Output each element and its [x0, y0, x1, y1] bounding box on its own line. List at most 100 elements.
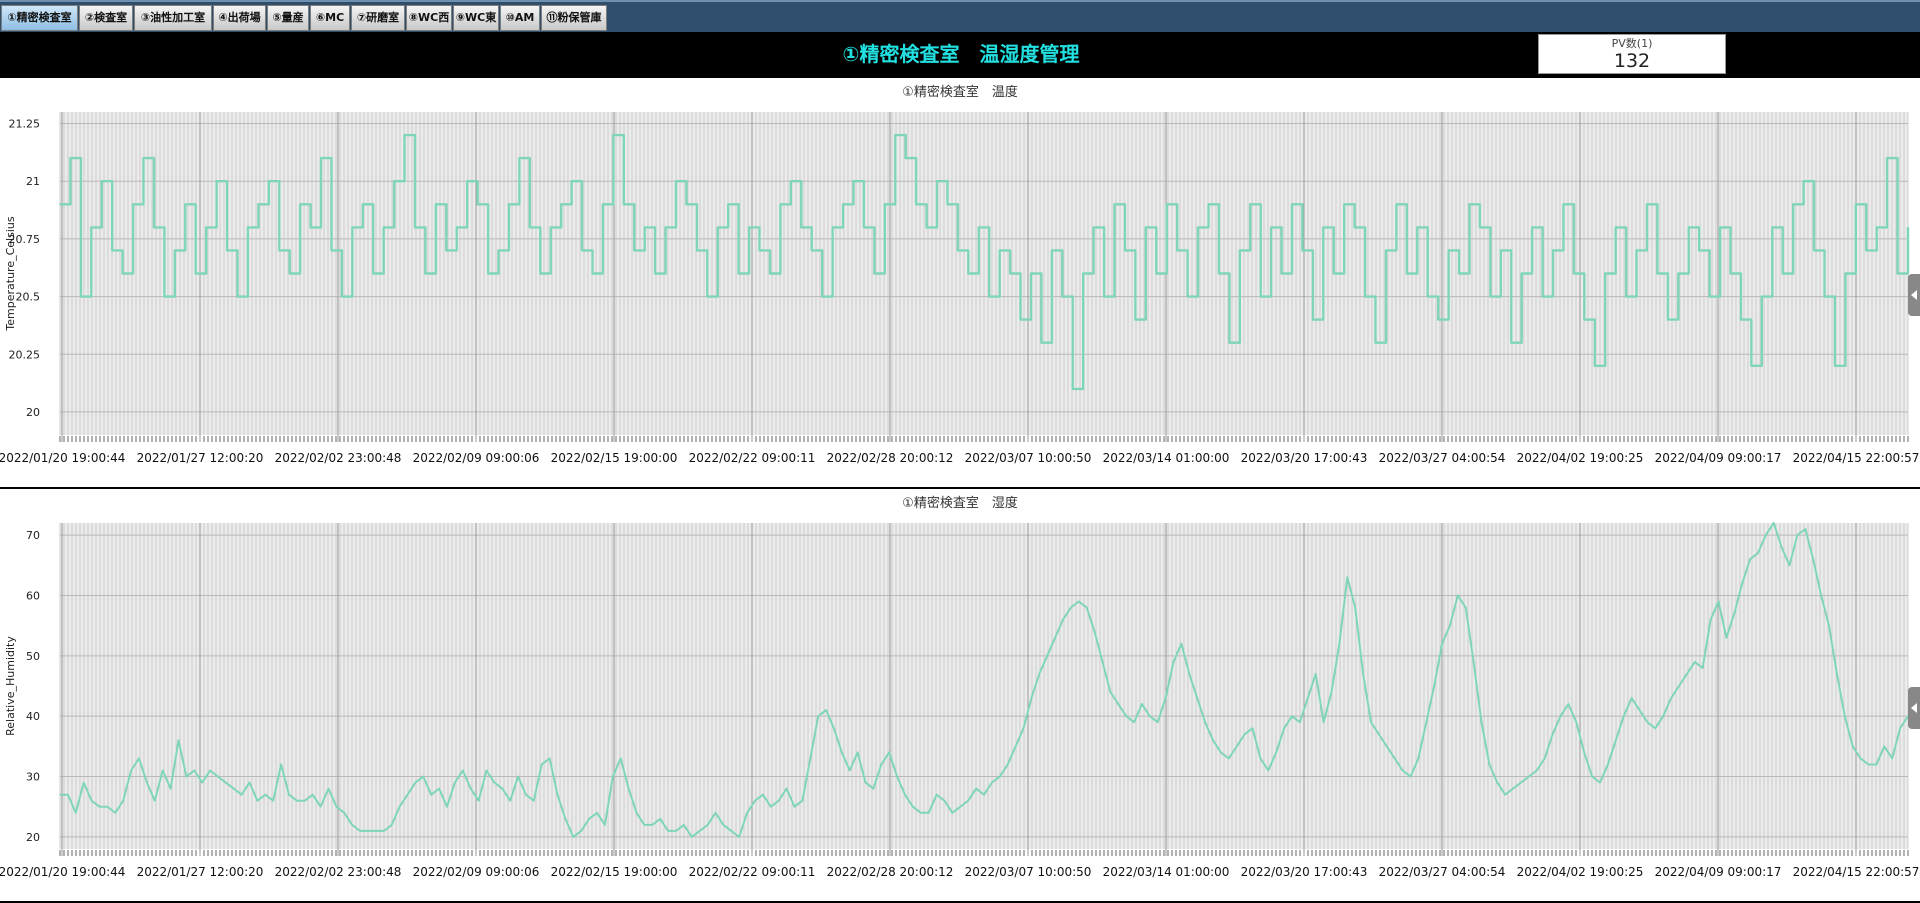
data-point [169, 787, 172, 790]
data-point [1583, 318, 1586, 321]
tab-precision-inspection-room[interactable]: ①精密検査室 [1, 5, 78, 31]
data-point [1156, 721, 1159, 723]
tab-am[interactable]: ⑩AM [500, 5, 540, 31]
data-point [236, 295, 239, 298]
data-point [1792, 203, 1794, 206]
data-point [59, 793, 61, 796]
data-point [1622, 715, 1625, 717]
data-point [205, 226, 207, 229]
data-point [748, 226, 750, 229]
data-point [153, 226, 155, 229]
x-tick-label: 2022/02/09 09:00:06 [413, 451, 540, 465]
tab-inspection-room[interactable]: ②検査室 [79, 5, 133, 31]
tab-wc-east[interactable]: ⑨WC東 [453, 5, 499, 31]
data-point [1479, 226, 1481, 229]
data-point [1677, 272, 1680, 275]
data-point [367, 830, 369, 832]
data-point [809, 757, 812, 760]
data-point [696, 249, 698, 252]
tab-oil-processing-room[interactable]: ③油性加工室 [134, 5, 212, 31]
data-point [821, 295, 823, 298]
x-tick-label: 2022/04/15 22:00:57 [1793, 451, 1920, 465]
data-point [215, 180, 218, 182]
data-point [359, 830, 361, 832]
data-point [925, 226, 928, 229]
data-point [619, 757, 622, 760]
x-tick-label: 2022/01/27 12:00:20 [137, 451, 264, 465]
data-point [888, 751, 890, 754]
tab-mass-production[interactable]: ⑤量産 [267, 5, 309, 31]
data-point [1562, 203, 1565, 206]
data-point [1101, 661, 1104, 663]
data-point [1899, 727, 1901, 730]
data-point [856, 751, 859, 754]
tab-mc[interactable]: ⑥MC [310, 5, 350, 31]
data-point [1346, 576, 1349, 579]
data-point [1353, 226, 1356, 229]
y-axis-label: Relative_Humidity [4, 636, 17, 736]
data-point [414, 781, 417, 784]
data-point [1134, 318, 1137, 321]
tab-wc-west[interactable]: ⑧WC西 [406, 5, 452, 31]
data-point [770, 805, 772, 808]
pv-value: 132 [1613, 50, 1651, 72]
data-point [1239, 249, 1241, 252]
data-point [936, 180, 938, 182]
data-point [209, 769, 211, 772]
data-point [1354, 606, 1356, 609]
pv-counter: PV数(1) 132 [1538, 34, 1726, 74]
data-point [1401, 769, 1404, 772]
data-point [863, 226, 865, 229]
x-tick-label: 2022/04/09 09:00:17 [1655, 451, 1782, 465]
data-point [335, 805, 338, 808]
humidity-panel-expand-handle[interactable] [1908, 687, 1920, 729]
data-point [991, 781, 993, 784]
data-point [1207, 203, 1210, 206]
data-point [1040, 341, 1043, 344]
data-point [1694, 661, 1696, 663]
tab-shipping-area[interactable]: ④出荷場 [213, 5, 266, 31]
data-point [540, 763, 543, 766]
tab-powder-storage[interactable]: ⑪粉保管庫 [541, 5, 607, 31]
tab-grinding-room[interactable]: ⑦研磨室 [351, 5, 405, 31]
x-tick-label: 2022/03/14 01:00:00 [1103, 865, 1230, 879]
data-point [508, 203, 510, 206]
data-point [288, 272, 291, 275]
data-point [1180, 642, 1183, 645]
y-tick-label: 20.5 [16, 291, 41, 304]
data-point [1458, 272, 1460, 275]
data-point [1338, 642, 1341, 645]
data-point [1802, 180, 1805, 182]
data-point [299, 203, 301, 206]
data-point [1141, 703, 1143, 705]
y-axis-label: Temperature_Celsius [4, 216, 17, 331]
data-point [904, 157, 907, 159]
data-point [810, 249, 813, 252]
data-point [596, 812, 598, 814]
data-point [446, 805, 448, 808]
temperature-panel-expand-handle[interactable] [1908, 274, 1920, 316]
data-point [1520, 272, 1523, 275]
data-point [1771, 226, 1774, 229]
data-point [1133, 721, 1135, 723]
data-point [476, 203, 479, 206]
x-tick-label: 2022/04/09 09:00:17 [1655, 865, 1782, 879]
data-point [635, 812, 638, 814]
data-point [1275, 751, 1277, 754]
data-point [304, 799, 306, 802]
data-point [654, 272, 656, 275]
data-point [1750, 365, 1753, 367]
data-point [1604, 272, 1606, 275]
data-point [1567, 703, 1570, 705]
data-point [1781, 272, 1784, 275]
data-point [999, 775, 1001, 778]
data-point [1071, 388, 1074, 390]
data-point [232, 787, 235, 790]
chart-title: ①精密検査室 温度 [902, 84, 1018, 100]
data-point [1259, 295, 1262, 298]
data-point [912, 805, 914, 808]
data-point [69, 157, 72, 159]
data-point [1749, 558, 1751, 560]
data-point [549, 226, 552, 229]
data-point [801, 799, 804, 802]
